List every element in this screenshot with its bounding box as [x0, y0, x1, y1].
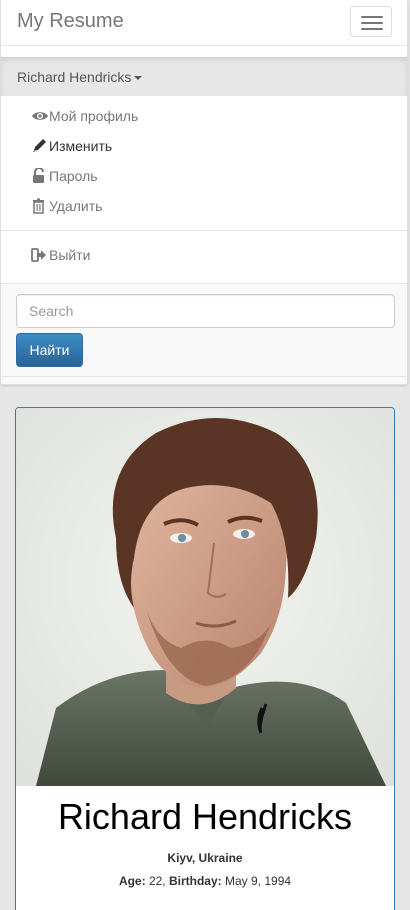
profile-location: Kiyv, Ukraine — [167, 851, 243, 865]
search-form: Найти — [1, 284, 407, 384]
brand-link[interactable]: My Resume — [17, 10, 124, 33]
hamburger-icon — [361, 16, 383, 18]
user-name: Richard Hendricks — [17, 69, 132, 85]
search-input[interactable] — [16, 294, 395, 328]
user-dropdown-toggle[interactable]: Richard Hendricks — [1, 57, 407, 97]
trash-icon — [31, 198, 49, 214]
user-name-wrap: Richard Hendricks — [17, 69, 143, 85]
menu-item-label: Мой профиль — [49, 108, 139, 124]
menu-item-edit[interactable]: Изменить — [31, 136, 112, 156]
birthday-label: Birthday: — [168, 874, 222, 888]
pencil-icon — [31, 138, 49, 154]
hamburger-bar — [361, 28, 383, 30]
menu-item-label: Пароль — [49, 168, 98, 184]
eye-icon — [31, 108, 49, 124]
profile-meta: Age: 22, Birthday: May 9, 1994 — [16, 874, 394, 888]
search-divider — [1, 376, 407, 377]
birthday-value: May 9, 1994 — [225, 874, 292, 888]
menu-item-label: Выйти — [49, 247, 91, 263]
menu-item-logout[interactable]: Выйти — [31, 245, 90, 265]
user-dropdown-menu: Мой профиль Изменить Пароль Удалить Выйт… — [1, 96, 407, 284]
logout-icon — [31, 247, 49, 263]
age-label: Age: — [118, 874, 146, 888]
menu-item-profile[interactable]: Мой профиль — [31, 106, 138, 126]
caret-down-icon — [134, 76, 143, 81]
profile-name: Richard Hendricks — [57, 796, 353, 837]
menu-item-label: Удалить — [49, 198, 103, 214]
menu-toggle-button[interactable] — [350, 6, 392, 37]
menu-divider — [1, 230, 407, 231]
lock-icon — [31, 167, 49, 184]
hamburger-bar — [361, 22, 383, 24]
menu-item-password[interactable]: Пароль — [31, 166, 98, 186]
menu-item-label: Изменить — [49, 138, 113, 154]
page: My Resume Richard Hendricks Мой профиль … — [0, 0, 410, 910]
profile-card: Richard Hendricks Kiyv, Ukraine Age: 22,… — [15, 407, 395, 910]
profile-photo — [16, 408, 394, 786]
menu-item-delete[interactable]: Удалить — [31, 196, 102, 216]
navbar-header: My Resume — [1, 0, 407, 45]
age-value: 22, — [148, 874, 166, 888]
navbar: My Resume Richard Hendricks Мой профиль … — [0, 0, 408, 385]
search-button[interactable]: Найти — [16, 333, 83, 367]
user-menu: Richard Hendricks — [1, 45, 407, 97]
